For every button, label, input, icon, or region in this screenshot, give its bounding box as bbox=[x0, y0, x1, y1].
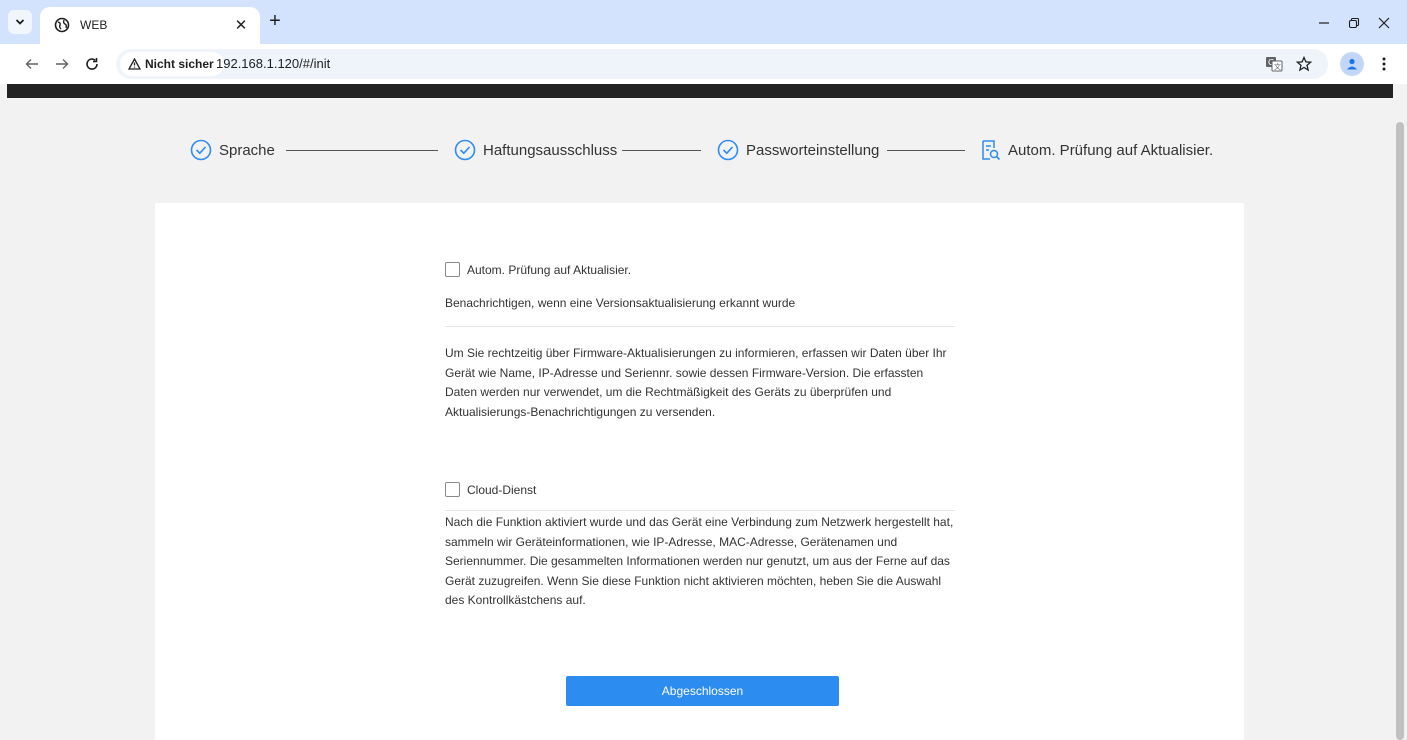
check-circle-icon bbox=[717, 139, 739, 161]
profile-icon[interactable] bbox=[1340, 52, 1364, 76]
auto-update-label: Autom. Prüfung auf Aktualisier. bbox=[467, 263, 632, 277]
new-tab-button[interactable]: + bbox=[265, 11, 285, 32]
wizard-steps: Sprache Haftungsausschluss Passworteinst… bbox=[0, 136, 1393, 166]
address-bar[interactable]: Nicht sicher 192.168.1.120/#/init bbox=[116, 49, 1328, 79]
check-circle-icon bbox=[454, 139, 476, 161]
page-header-bar bbox=[7, 84, 1393, 98]
browser-tab[interactable]: WEB ✕ bbox=[40, 7, 260, 44]
auto-update-description: Um Sie rechtzeitig über Firmware-Aktuali… bbox=[445, 346, 947, 419]
window-close-icon[interactable] bbox=[1373, 12, 1395, 34]
warning-icon bbox=[128, 58, 141, 70]
step-auto-update: Autom. Prüfung auf Aktualisier. bbox=[1008, 142, 1214, 159]
step-password: Passworteinstellung bbox=[746, 142, 880, 159]
divider bbox=[445, 326, 955, 327]
scrollbar-thumb[interactable] bbox=[1396, 122, 1404, 740]
forward-icon[interactable] bbox=[50, 52, 74, 76]
document-search-icon bbox=[982, 140, 1001, 161]
security-label: Nicht sicher bbox=[145, 57, 214, 71]
security-indicator[interactable]: Nicht sicher bbox=[120, 52, 224, 76]
chevron-down-icon bbox=[15, 19, 25, 25]
close-icon[interactable]: ✕ bbox=[232, 16, 250, 34]
tab-title: WEB bbox=[80, 18, 108, 32]
divider bbox=[445, 510, 955, 511]
cloud-service-description: Nach die Funktion aktiviert wurde und da… bbox=[445, 515, 954, 607]
minimize-icon[interactable] bbox=[1313, 12, 1335, 34]
browser-tabstrip: WEB ✕ + bbox=[0, 0, 1407, 44]
translate-icon[interactable]: G文 bbox=[1262, 52, 1286, 76]
settings-card: Autom. Prüfung auf Aktualisier. Benachri… bbox=[155, 203, 1244, 740]
tab-search-button[interactable] bbox=[8, 10, 32, 34]
step-connector bbox=[622, 150, 701, 151]
step-disclaimer: Haftungsausschluss bbox=[483, 142, 618, 159]
step-connector bbox=[286, 150, 438, 151]
cloud-service-checkbox[interactable] bbox=[445, 482, 460, 497]
browser-toolbar: Nicht sicher 192.168.1.120/#/init G文 bbox=[0, 44, 1407, 84]
restore-icon[interactable] bbox=[1343, 12, 1365, 34]
step-language: Sprache bbox=[219, 142, 275, 159]
auto-update-checkbox[interactable] bbox=[445, 262, 460, 277]
cloud-service-label: Cloud-Dienst bbox=[467, 483, 537, 497]
reload-icon[interactable] bbox=[80, 52, 104, 76]
star-icon[interactable] bbox=[1292, 52, 1316, 76]
step-connector bbox=[887, 150, 965, 151]
back-icon[interactable] bbox=[20, 52, 44, 76]
url-text[interactable]: 192.168.1.120/#/init bbox=[216, 56, 330, 71]
notify-text: Benachrichtigen, wenn eine Versionsaktua… bbox=[445, 296, 796, 310]
svg-text:文: 文 bbox=[1274, 62, 1281, 71]
finish-button[interactable]: Abgeschlossen bbox=[566, 676, 839, 706]
menu-kebab-icon[interactable] bbox=[1372, 52, 1396, 76]
check-circle-icon bbox=[190, 139, 212, 161]
globe-icon bbox=[54, 17, 70, 33]
